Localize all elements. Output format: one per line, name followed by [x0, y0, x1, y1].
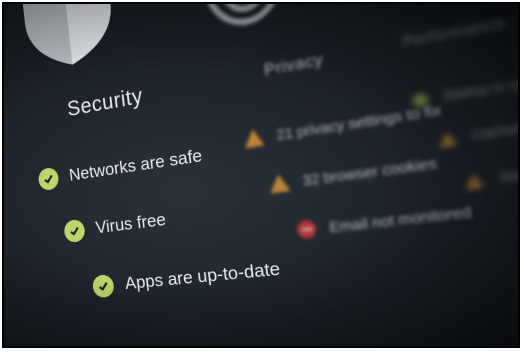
security-item-label: Virus free: [94, 209, 167, 238]
warning-icon: [437, 130, 458, 148]
stop-icon: [296, 219, 317, 240]
performance-item-storage: Storage cleanup: [464, 157, 520, 190]
performance-title: Performance: [401, 13, 507, 50]
shield-icon: [14, 4, 125, 78]
performance-item-label: Cached items: [471, 115, 520, 143]
privacy-item-cookies: 32 browser cookies: [268, 153, 438, 194]
security-item-apps: Apps are up-to-date: [91, 257, 282, 299]
privacy-title: Privacy: [263, 50, 325, 80]
check-icon: [63, 218, 86, 244]
photo-frame: Security Privacy Performance Networks ar…: [2, 2, 520, 348]
security-item-label: Networks are safe: [68, 145, 204, 185]
warning-icon: [242, 127, 265, 149]
security-item-label: Apps are up-to-date: [123, 258, 282, 294]
performance-item-cache: Cached items: [437, 115, 520, 148]
check-icon: [91, 273, 115, 299]
privacy-item-label: 32 browser cookies: [301, 153, 438, 189]
check-icon: [412, 92, 430, 109]
warning-icon: [464, 173, 485, 190]
security-title: Security: [66, 84, 145, 122]
screen-scene: Security Privacy Performance Networks ar…: [4, 2, 520, 346]
performance-item-startup: Startup is optimized: [412, 68, 520, 109]
warning-icon: [268, 173, 291, 194]
performance-item-label: Storage cleanup: [498, 157, 520, 186]
privacy-item-email: Email not monitored: [296, 201, 473, 240]
security-item-virus: Virus free: [63, 208, 167, 244]
performance-item-label: Startup is optimized: [442, 68, 520, 104]
security-item-networks: Networks are safe: [37, 144, 204, 192]
fingerprint-icon: [195, 2, 292, 35]
check-icon: [37, 166, 60, 192]
privacy-item-label: Email not monitored: [328, 202, 473, 236]
privacy-item-settings: 21 privacy settings to fix: [242, 100, 442, 149]
